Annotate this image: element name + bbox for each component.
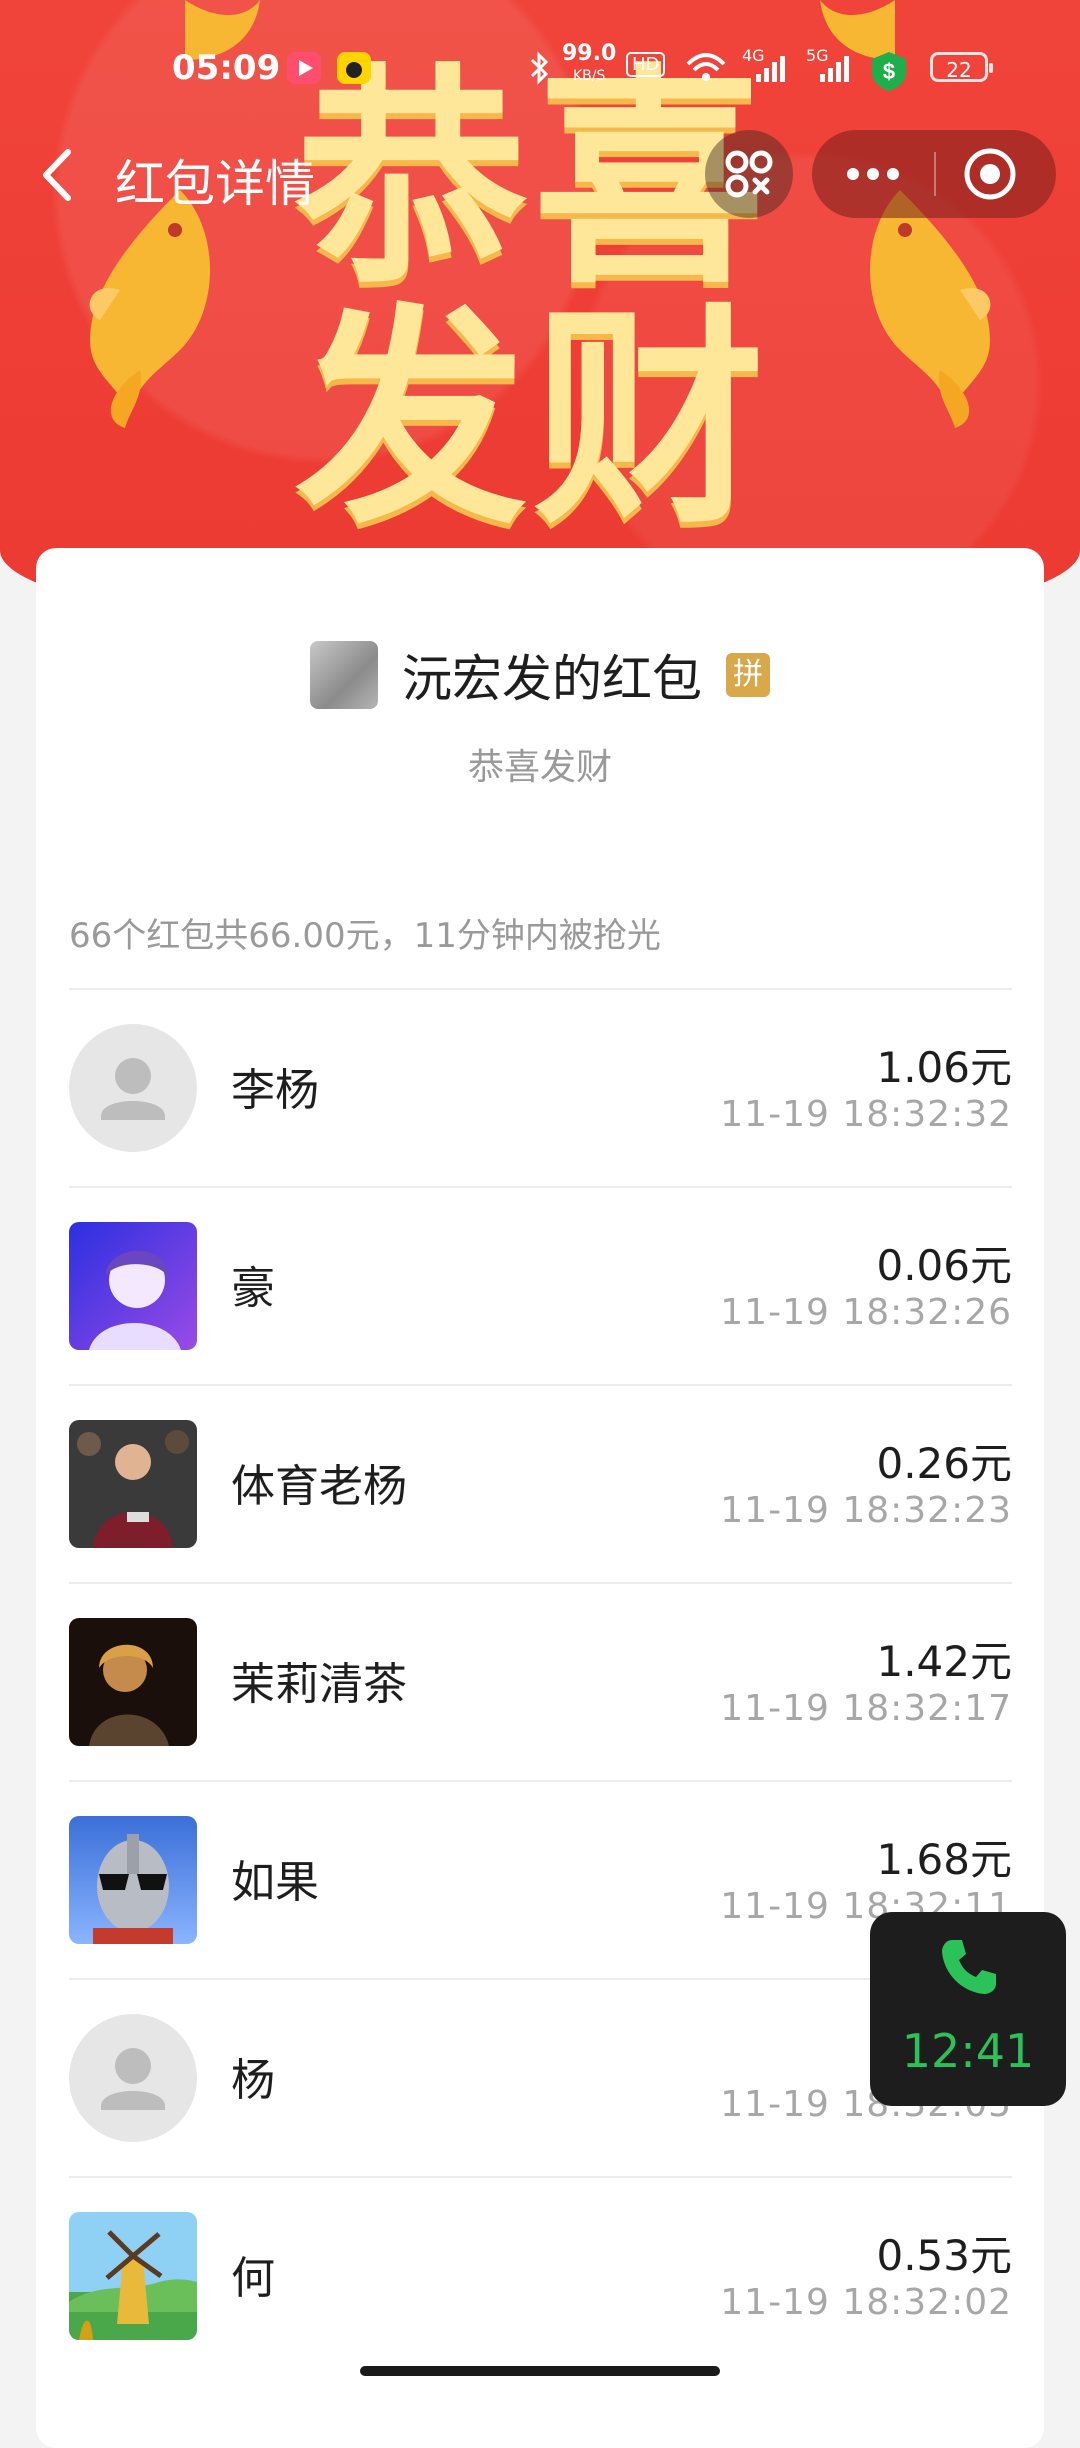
hd-badge: HD (626, 52, 666, 77)
receive-time: 11-19 18:32:17 (720, 1688, 1012, 1729)
miniapp-capsule (812, 130, 1056, 218)
receiver-amount: 0.06元 (876, 1241, 1012, 1290)
receive-time: 11-19 18:32:02 (720, 2282, 1012, 2323)
avatar[interactable] (69, 1816, 197, 1944)
receiver-list: 李杨 1.06元 11-19 18:32:32 豪 0.06元 11-19 18… (69, 990, 1012, 2374)
more-options-icon[interactable] (840, 154, 906, 194)
receiver-name: 李杨 (231, 1065, 319, 1116)
game-app-icon (337, 52, 371, 84)
sender-name: 沅宏发的红包 (402, 650, 702, 708)
sender-row: 沅宏发的红包 拼 (36, 640, 1044, 710)
portrait-avatar-image (69, 1618, 197, 1746)
receiver-name: 茉莉清茶 (231, 1659, 407, 1710)
receive-time: 11-19 18:32:23 (720, 1490, 1012, 1531)
status-bar: 05:09 99.0 KB/S HD 4G 5G $ 22 (0, 40, 1080, 100)
robot-sunglasses-avatar-image (69, 1816, 197, 1944)
shield-dollar-icon: $ (872, 52, 906, 91)
avatar[interactable] (69, 2014, 197, 2142)
receiver-amount: 0.53元 (876, 2231, 1012, 2280)
greeting-message: 恭喜发财 (467, 747, 612, 788)
list-item[interactable]: 豪 0.06元 11-19 18:32:26 (69, 1188, 1012, 1386)
avatar[interactable] (69, 1420, 197, 1548)
capsule-divider (934, 152, 936, 196)
receiver-name: 体育老杨 (231, 1461, 407, 1512)
list-item[interactable]: 茉莉清茶 1.42元 11-19 18:32:17 (69, 1584, 1012, 1782)
receive-time: 11-19 18:32:26 (720, 1292, 1012, 1333)
video-app-icon (287, 52, 321, 84)
pin-badge: 拼 (726, 653, 770, 697)
call-duration: 12:41 (901, 2024, 1035, 2078)
list-item[interactable]: 体育老杨 0.26元 11-19 18:32:23 (69, 1386, 1012, 1584)
scan-button[interactable] (705, 130, 793, 218)
battery-indicator: 22 (930, 52, 993, 82)
default-user-icon (101, 2048, 165, 2110)
avatar[interactable] (69, 1222, 197, 1350)
receiver-name: 豪 (231, 1263, 275, 1314)
home-indicator[interactable] (360, 2366, 720, 2376)
avatar[interactable] (69, 1024, 197, 1152)
football-player-avatar-image (69, 1420, 197, 1548)
network-speed-unit: KB/S (572, 68, 606, 84)
back-arrow-icon[interactable] (30, 140, 90, 210)
avatar[interactable] (69, 1618, 197, 1746)
sender-avatar[interactable] (310, 641, 378, 709)
receiver-name: 杨 (231, 2055, 275, 2106)
receiver-name: 如果 (231, 1857, 319, 1908)
receiver-amount: 1.68元 (876, 1835, 1012, 1884)
status-time: 05:09 (172, 48, 281, 88)
default-user-icon (101, 1058, 165, 1120)
phone-icon (942, 1940, 996, 1994)
voice-call-floating-window[interactable]: 12:41 (870, 1912, 1066, 2106)
receiver-amount: 1.42元 (876, 1637, 1012, 1686)
anime-avatar-image (69, 1222, 197, 1350)
network-speed-value: 99.0 (562, 41, 617, 66)
signal-4g-icon (756, 56, 785, 82)
scan-icon (725, 150, 773, 198)
windmill-avatar-image (69, 2212, 197, 2340)
list-item[interactable]: 何 0.53元 11-19 18:32:02 (69, 2178, 1012, 2374)
wifi-icon (686, 53, 726, 81)
bluetooth-icon (530, 51, 549, 85)
list-item[interactable]: 李杨 1.06元 11-19 18:32:32 (69, 990, 1012, 1188)
receive-time: 11-19 18:32:32 (720, 1094, 1012, 1135)
summary-text: 66个红包共66.00元，11分钟内被抢光 (69, 916, 661, 956)
avatar[interactable] (69, 2212, 197, 2340)
close-miniapp-icon[interactable] (962, 146, 1018, 202)
red-packet-detail-card: 沅宏发的红包 拼 恭喜发财 66个红包共66.00元，11分钟内被抢光 李杨 1… (36, 548, 1044, 2448)
receiver-amount: 0.26元 (876, 1439, 1012, 1488)
receiver-amount: 1.06元 (876, 1043, 1012, 1092)
receiver-name: 何 (231, 2253, 275, 2304)
svg-text:$: $ (883, 59, 895, 84)
signal-5g-icon (820, 56, 849, 82)
page-title: 红包详情 (115, 155, 315, 213)
network-speed: 99.0 KB/S (562, 41, 617, 86)
